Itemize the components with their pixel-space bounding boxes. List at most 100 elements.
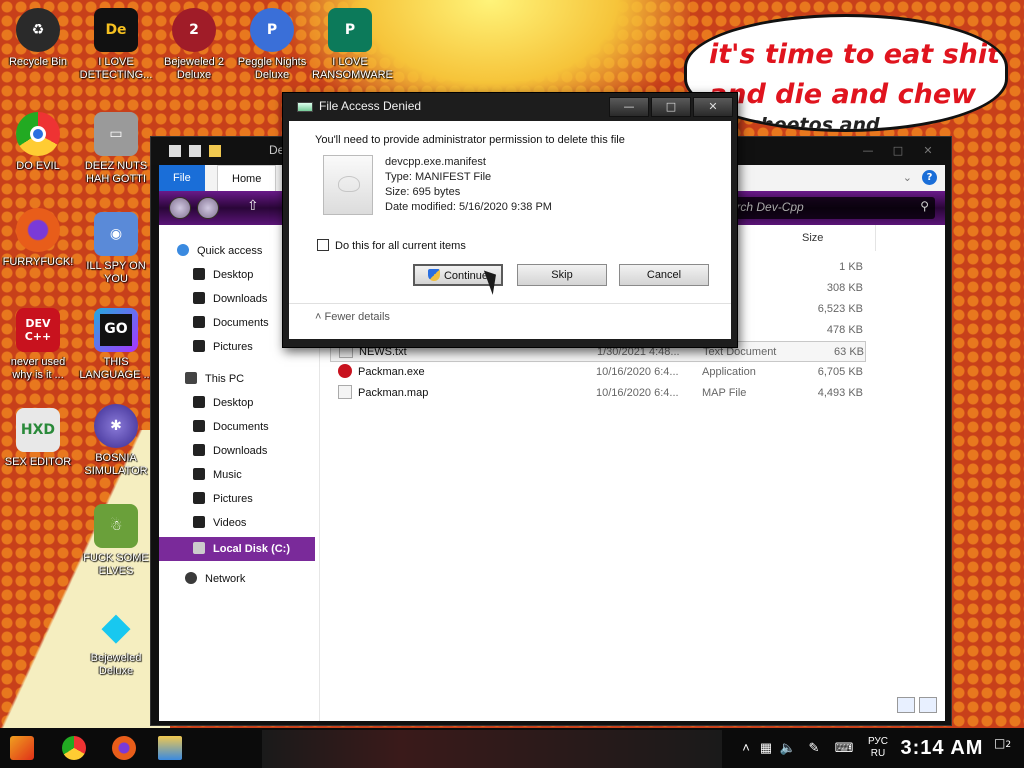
nav-pc-downloads[interactable]: Downloads — [193, 441, 267, 461]
dev-cpp-icon: DEV C++ — [16, 308, 60, 352]
file-explorer-taskbar-icon[interactable] — [158, 736, 182, 760]
desktop-icon-spy[interactable]: ◉ ILL SPY ON YOU — [78, 212, 154, 286]
fewer-details-toggle[interactable]: ˄ Fewer details — [315, 311, 390, 323]
ribbon-right: ⌄ ? — [903, 170, 937, 185]
dialog-title: File Access Denied — [319, 99, 422, 113]
desktop-icon-recycle-bin[interactable]: ♻ Recycle Bin — [0, 8, 76, 69]
nav-local-disk[interactable]: Local Disk (C:) — [159, 537, 315, 561]
nav-network[interactable]: Network — [185, 569, 245, 589]
nav-pc-desktop[interactable]: Desktop — [193, 393, 253, 413]
desktop-icon-ransomware[interactable]: P I LOVE RANSOMWARE — [312, 8, 393, 82]
file-row[interactable]: Packman.map 10/16/2020 6:4... MAP File 4… — [330, 383, 866, 404]
dialog-maximize-button[interactable]: □ — [651, 97, 691, 117]
dialog-window-controls: — □ ✕ — [609, 97, 733, 117]
dialog-minimize-button[interactable]: — — [609, 97, 649, 117]
santa-icon: ☃ — [94, 504, 138, 548]
nav-qa-desktop[interactable]: Desktop — [193, 265, 253, 285]
dialog-titlebar[interactable]: File Access Denied — □ ✕ — [283, 93, 737, 121]
checkbox-box[interactable] — [317, 239, 329, 251]
folder-icon — [169, 145, 181, 157]
nav-qa-pictures[interactable]: Pictures — [193, 337, 253, 357]
pictures-folder-icon — [193, 492, 205, 504]
desktop-icon-goland[interactable]: GO THIS LANGUAGE ... — [78, 308, 154, 382]
start-button-icon[interactable] — [10, 736, 34, 760]
dialog-close-button[interactable]: ✕ — [693, 97, 733, 117]
large-icons-view-icon[interactable] — [919, 697, 937, 713]
minimize-button[interactable]: — — [853, 141, 883, 161]
close-button[interactable]: ✕ — [913, 141, 943, 161]
desktop-icon-bosnia[interactable]: ✱ BOSNIA SIMULATOR — [78, 404, 154, 478]
taskbar-wallpaper-area — [262, 730, 722, 768]
help-icon[interactable]: ? — [922, 170, 937, 185]
desktop-icon-bejeweled[interactable]: ◆ Bejeweled Deluxe — [78, 604, 154, 678]
pictures-folder-icon — [193, 340, 205, 352]
downloads-folder-icon — [193, 292, 205, 304]
nav-pc-documents[interactable]: Documents — [193, 417, 269, 437]
file-access-denied-dialog[interactable]: File Access Denied — □ ✕ You'll need to … — [282, 92, 738, 348]
tab-home[interactable]: Home — [217, 165, 277, 191]
chevron-up-icon: ˄ — [315, 311, 322, 323]
tab-file[interactable]: File — [159, 165, 205, 191]
language-indicator[interactable]: РУС RU — [862, 728, 894, 768]
nav-pc-music[interactable]: Music — [193, 465, 242, 485]
keyboard-icon[interactable]: ⌨ — [832, 728, 856, 768]
pen-icon[interactable]: ✎ — [804, 728, 824, 768]
properties-icon[interactable] — [189, 145, 201, 157]
videos-folder-icon — [193, 516, 205, 528]
peggle-icon: P — [250, 8, 294, 52]
desktop-folder-icon — [193, 396, 205, 408]
cancel-button[interactable]: Cancel — [619, 264, 709, 286]
bejeweled-2-icon: 2 — [172, 8, 216, 52]
network-tray-icon[interactable]: ▦ — [756, 728, 776, 768]
search-icon[interactable]: ⚲ — [920, 199, 929, 213]
nav-pc-videos[interactable]: Videos — [193, 513, 246, 533]
desktop-icon-hxd[interactable]: HXD SEX EDITOR — [0, 408, 76, 469]
network-icon — [185, 572, 197, 584]
nav-qa-downloads[interactable]: Downloads — [193, 289, 267, 309]
column-header-size[interactable]: Size — [796, 225, 876, 251]
nav-pc-pictures[interactable]: Pictures — [193, 489, 253, 509]
chevron-up-icon[interactable]: ˄ — [736, 728, 756, 768]
desktop-icon-peggle[interactable]: P Peggle Nights Deluxe — [234, 8, 310, 82]
desktop-icon-deez[interactable]: ▭ DEEZ NUTS HAH GOTTI — [78, 112, 154, 186]
file-row[interactable]: Packman.exe 10/16/2020 6:4... Applicatio… — [330, 362, 866, 383]
goland-icon: GO — [94, 308, 138, 352]
clock[interactable]: 3:14 AM — [900, 728, 984, 768]
do-for-all-checkbox[interactable]: Do this for all current items — [317, 239, 466, 252]
up-arrow-icon[interactable]: ⇧ — [247, 198, 259, 214]
desktop-icon-devcpp[interactable]: DEV C++ never used why is it ... — [0, 308, 76, 382]
back-button[interactable] — [169, 197, 191, 219]
drive-icon — [193, 542, 205, 554]
chrome-icon — [16, 112, 60, 156]
publisher-icon: P — [328, 8, 372, 52]
new-folder-icon[interactable] — [209, 145, 221, 157]
maximize-button[interactable]: □ — [883, 141, 913, 161]
firefox-taskbar-icon[interactable] — [112, 736, 136, 760]
desktop-icon-bejeweled2[interactable]: 2 Bejeweled 2 Deluxe — [156, 8, 232, 82]
desktop-icon-firefox[interactable]: FURRYFUCK! — [0, 208, 76, 269]
taskbar: ˄ ▦ 🔈 ✎ ⌨ РУС RU 3:14 AM □2 — [0, 728, 1024, 768]
explorer-window-controls: — □ ✕ — [853, 141, 943, 161]
documents-folder-icon — [193, 316, 205, 328]
notification-center-icon[interactable]: □2 — [994, 736, 1016, 758]
desktop-folder-icon — [193, 268, 205, 280]
desktop-icon-elves[interactable]: ☃ FUCK SOME ELVES — [78, 504, 154, 578]
volume-icon[interactable]: 🔈 — [778, 728, 798, 768]
uac-shield-icon — [427, 269, 440, 281]
details-view-icon[interactable] — [897, 697, 915, 713]
desktop-icon-detect[interactable]: De I LOVE DETECTING... — [78, 8, 154, 82]
music-folder-icon — [193, 468, 205, 480]
skip-button[interactable]: Skip — [517, 264, 607, 286]
hxd-icon: HXD — [16, 408, 60, 452]
dialog-message: You'll need to provide administrator per… — [315, 134, 625, 146]
search-input[interactable]: earch Dev-Cpp ⚲ — [717, 197, 935, 219]
chrome-taskbar-icon[interactable] — [62, 736, 86, 760]
desktop-icon-chrome[interactable]: DO EVIL — [0, 112, 76, 173]
spy-icon: ◉ — [94, 212, 138, 256]
nav-this-pc[interactable]: This PC — [185, 369, 244, 389]
system-tray: ˄ ▦ 🔈 ✎ ⌨ РУС RU 3:14 AM □2 — [734, 728, 1024, 768]
chevron-down-icon[interactable]: ⌄ — [903, 171, 912, 184]
forward-button[interactable] — [197, 197, 219, 219]
nav-quick-access[interactable]: Quick access — [177, 241, 262, 261]
nav-qa-documents[interactable]: Documents — [193, 313, 269, 333]
